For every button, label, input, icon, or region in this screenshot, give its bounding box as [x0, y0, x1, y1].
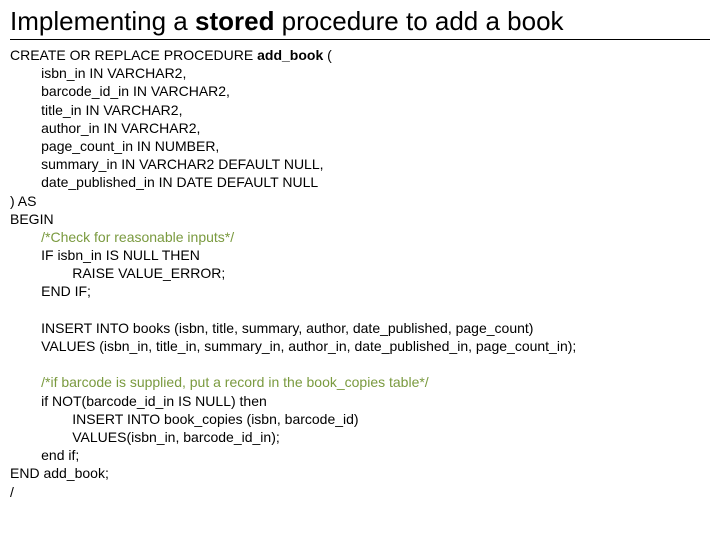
code-line-4: title_in IN VARCHAR2, [10, 102, 182, 118]
code-line-6: page_count_in IN NUMBER, [10, 138, 219, 154]
code-line-16: VALUES (isbn_in, title_in, summary_in, a… [10, 338, 576, 354]
code-line-1b: add_book [257, 47, 323, 63]
code-comment-1: /*Check for reasonable inputs*/ [10, 229, 234, 245]
code-line-1c: ( [323, 47, 332, 63]
title-seg2: stored [195, 6, 274, 36]
code-line-14: END IF; [10, 283, 91, 299]
code-block: CREATE OR REPLACE PROCEDURE add_book ( i… [10, 46, 710, 501]
code-line-9: ) AS [10, 193, 36, 209]
slide-title: Implementing a stored procedure to add a… [10, 6, 710, 40]
code-line-13: RAISE VALUE_ERROR; [10, 265, 225, 281]
code-line-8: date_published_in IN DATE DEFAULT NULL [10, 174, 318, 190]
code-line-7: summary_in IN VARCHAR2 DEFAULT NULL, [10, 156, 324, 172]
code-line-21: end if; [10, 447, 79, 463]
code-line-10: BEGIN [10, 211, 54, 227]
title-seg3: procedure to add a book [274, 6, 563, 36]
code-line-23: / [10, 484, 14, 500]
code-line-20: VALUES(isbn_in, barcode_id_in); [10, 429, 280, 445]
code-line-5: author_in IN VARCHAR2, [10, 120, 200, 136]
code-line-15: INSERT INTO books (isbn, title, summary,… [10, 320, 533, 336]
code-line-2: isbn_in IN VARCHAR2, [10, 65, 186, 81]
code-line-3: barcode_id_in IN VARCHAR2, [10, 83, 230, 99]
code-line-1a: CREATE OR REPLACE PROCEDURE [10, 47, 257, 63]
title-seg1: Implementing a [10, 6, 195, 36]
code-line-19: INSERT INTO book_copies (isbn, barcode_i… [10, 411, 359, 427]
code-line-12: IF isbn_in IS NULL THEN [10, 247, 200, 263]
code-comment-2: /*if barcode is supplied, put a record i… [10, 374, 429, 390]
code-line-22: END add_book; [10, 465, 109, 481]
code-line-18: if NOT(barcode_id_in IS NULL) then [10, 393, 267, 409]
